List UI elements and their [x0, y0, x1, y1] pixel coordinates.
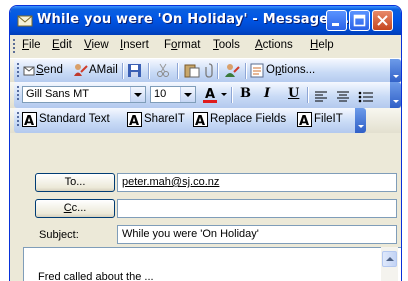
font-size-value: 10	[154, 88, 167, 100]
toolbar-grip[interactable]	[17, 63, 19, 77]
standard-toolbar: Send AMail Options...	[10, 58, 401, 83]
underline-button[interactable]: U	[288, 86, 299, 101]
close-button[interactable]	[372, 10, 393, 31]
font-size-combo[interactable]: 10	[150, 86, 196, 103]
menu-edit[interactable]: Edit	[52, 39, 72, 51]
vertical-scrollbar[interactable]	[381, 247, 398, 281]
send-button[interactable]	[23, 63, 35, 82]
toolbar-separator	[307, 87, 309, 103]
send-icon	[23, 66, 35, 76]
minimize-button[interactable]	[326, 10, 347, 31]
window-title: While you were 'On Holiday' - Message (.…	[37, 12, 355, 27]
fileit-button[interactable]: FileIT	[314, 113, 343, 125]
extension-toolbar-band: A Standard Text A ShareIT A Replace Fiel…	[14, 108, 366, 133]
standard-text-button[interactable]: Standard Text	[39, 113, 110, 125]
toolbar-grip[interactable]	[17, 86, 19, 100]
options-button[interactable]: Options...	[266, 64, 315, 76]
toolbar-separator	[217, 63, 219, 79]
cc-button[interactable]: Cc...	[35, 199, 115, 218]
options-icon[interactable]	[250, 63, 264, 82]
formatting-toolbar-band: Gill Sans MT 10 A B I U	[14, 82, 401, 108]
svg-text:A: A	[195, 114, 205, 127]
to-field[interactable]: peter.mah@sj.co.nz	[117, 173, 397, 192]
amail-icon[interactable]	[72, 62, 88, 82]
title-bar[interactable]: While you were 'On Holiday' - Message (.…	[10, 6, 401, 35]
svg-text:A: A	[299, 114, 309, 127]
toolbar-options-chevron[interactable]	[390, 82, 401, 108]
attach-icon[interactable]	[204, 62, 214, 82]
message-header: To... peter.mah@sj.co.nz Cc... Subject: …	[10, 133, 401, 247]
cut-icon[interactable]	[156, 63, 170, 82]
menu-help[interactable]: Help	[310, 39, 334, 51]
toolbar-options-chevron[interactable]	[355, 108, 366, 133]
standard-text-icon: A	[22, 112, 37, 131]
toolbar-separator	[122, 63, 124, 79]
bold-button[interactable]: B	[240, 86, 251, 101]
scroll-up-icon[interactable]	[382, 251, 397, 267]
subject-field[interactable]: While you were 'On Holiday'	[117, 225, 397, 244]
shareit-icon: A	[127, 112, 142, 131]
cc-field[interactable]	[117, 199, 397, 218]
chevron-down-icon[interactable]	[180, 87, 195, 102]
standard-toolbar-band: Send AMail Options...	[14, 59, 401, 83]
shareit-button[interactable]: ShareIT	[144, 113, 185, 125]
svg-text:A: A	[24, 114, 34, 127]
subject-label: Subject:	[39, 229, 79, 241]
menu-insert[interactable]: Insert	[120, 39, 149, 51]
extension-toolbar: A Standard Text A ShareIT A Replace Fiel…	[10, 108, 401, 133]
align-left-icon	[315, 91, 327, 102]
replace-fields-button[interactable]: Replace Fields	[210, 113, 286, 125]
menu-file[interactable]: File	[22, 39, 41, 51]
font-color-button[interactable]: A	[202, 85, 218, 108]
message-body-text: Fred called about the ...	[38, 271, 154, 281]
font-name-combo[interactable]: Gill Sans MT	[22, 86, 146, 103]
menu-format[interactable]: Format	[164, 39, 200, 51]
send-label[interactable]: Send	[36, 64, 63, 76]
envelope-icon	[17, 15, 33, 27]
bullet-list-icon	[358, 91, 373, 103]
align-center-button[interactable]	[336, 88, 350, 107]
chevron-down-icon[interactable]	[220, 85, 228, 103]
message-body[interactable]: Fred called about the ...	[23, 247, 401, 281]
toolbar-separator	[148, 63, 150, 79]
formatting-toolbar: Gill Sans MT 10 A B I U	[10, 82, 401, 108]
align-center-icon	[337, 91, 349, 102]
close-icon	[377, 15, 388, 26]
save-icon[interactable]	[127, 63, 142, 82]
maximize-icon	[353, 14, 366, 27]
bullets-button[interactable]	[358, 88, 374, 107]
font-name-value: Gill Sans MT	[26, 88, 89, 100]
svg-text:A: A	[205, 87, 215, 102]
svg-text:A: A	[129, 114, 139, 127]
fileit-icon: A	[297, 112, 312, 131]
font-color-icon: A	[203, 87, 217, 103]
paste-icon[interactable]	[184, 63, 200, 82]
toolbar-grip[interactable]	[17, 112, 19, 126]
toolbar-grip[interactable]	[13, 39, 15, 53]
amail-button[interactable]: AMail	[89, 64, 118, 76]
menu-actions[interactable]: Actions	[255, 39, 293, 51]
align-left-button[interactable]	[314, 88, 328, 107]
minimize-icon	[332, 23, 339, 26]
to-button[interactable]: To...	[35, 173, 115, 192]
chevron-down-icon[interactable]	[130, 87, 145, 102]
maximize-button[interactable]	[349, 10, 370, 31]
toolbar-options-chevron[interactable]	[390, 59, 401, 83]
italic-button[interactable]: I	[264, 86, 270, 101]
replace-fields-icon: A	[193, 112, 208, 131]
address-book-icon[interactable]	[224, 62, 240, 82]
message-window: While you were 'On Holiday' - Message (.…	[10, 6, 401, 281]
menu-tools[interactable]: Tools	[213, 39, 240, 51]
toolbar-separator	[245, 63, 247, 79]
menu-bar: File Edit View Insert Format Tools Actio…	[10, 35, 401, 58]
toolbar-separator	[231, 87, 233, 103]
menu-view[interactable]: View	[84, 39, 109, 51]
toolbar-separator	[177, 63, 179, 79]
